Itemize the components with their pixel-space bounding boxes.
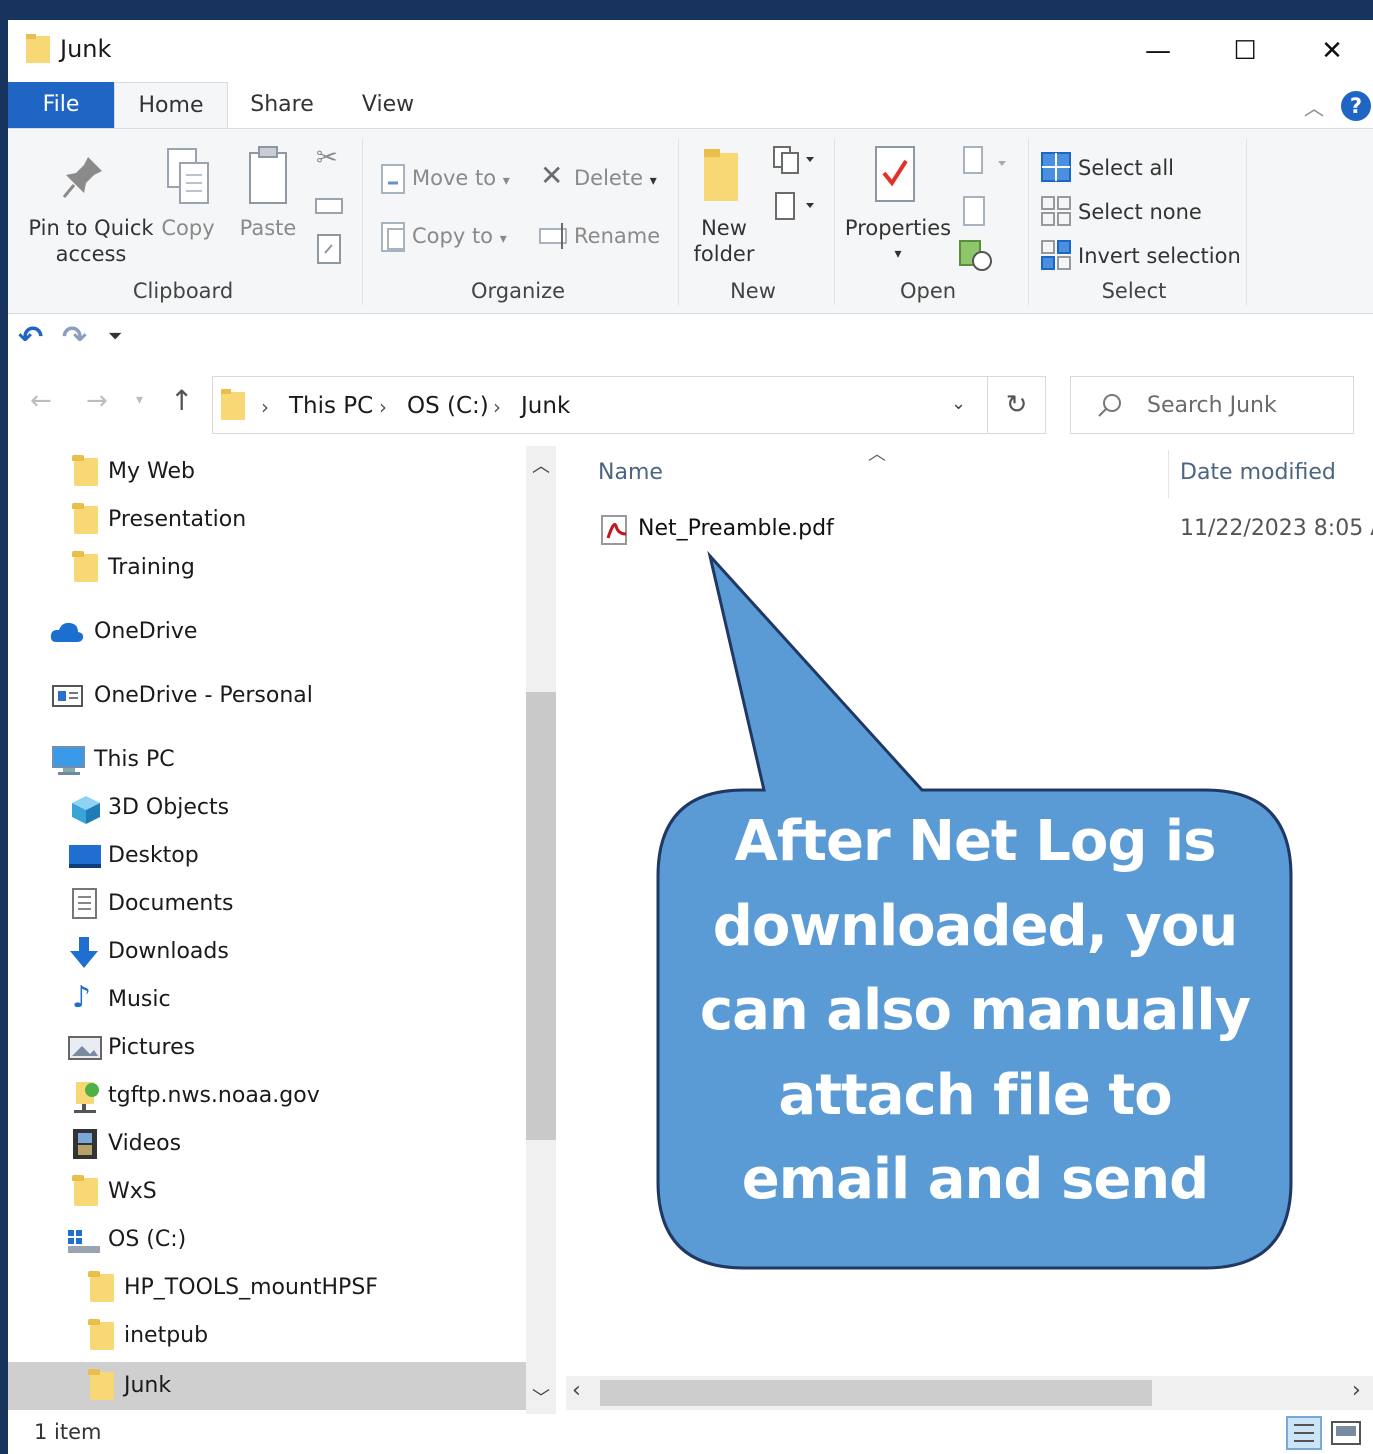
callout-line-5: email and send (741, 1147, 1210, 1212)
callout-line-3: can also manually (699, 978, 1251, 1043)
callout-line-1: After Net Log is (734, 809, 1217, 874)
callout-text: After Net Log is downloaded, you can als… (690, 800, 1260, 1240)
callout-line-2: downloaded, you (712, 893, 1238, 959)
callout-line-4: attach file to (778, 1062, 1172, 1128)
